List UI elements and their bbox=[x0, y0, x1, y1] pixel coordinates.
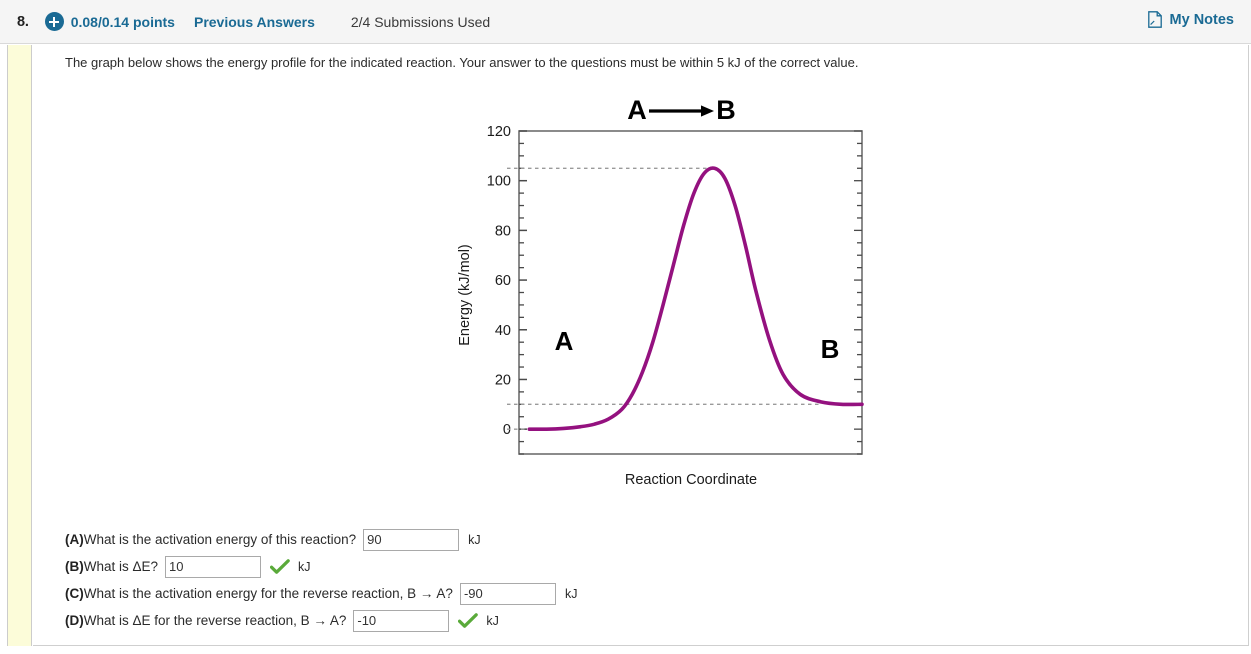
previous-answers-link[interactable]: Previous Answers bbox=[194, 14, 315, 30]
note-page-icon bbox=[1147, 11, 1162, 28]
answer-question-d: What is ΔE for the reverse reaction, B →… bbox=[83, 613, 347, 628]
svg-text:40: 40 bbox=[495, 323, 511, 339]
answer-question-c: What is the activation energy for the re… bbox=[83, 586, 453, 601]
question-content-panel: The graph below shows the energy profile… bbox=[33, 45, 1249, 646]
answer-unit-d: kJ bbox=[486, 613, 499, 628]
answer-letter-b: (B) bbox=[65, 559, 84, 574]
svg-text:B: B bbox=[716, 95, 736, 125]
question-header-bar: 8. 0.08/0.14 points Previous Answers 2/4… bbox=[0, 0, 1251, 44]
answer-row-b: (B) What is ΔE? kJ bbox=[65, 554, 765, 579]
answer-input-d[interactable] bbox=[353, 609, 450, 632]
correct-check-icon-b bbox=[269, 558, 290, 575]
chart-title-reaction: A B bbox=[627, 95, 736, 125]
plus-circle-icon[interactable] bbox=[44, 12, 64, 31]
answer-unit-a: kJ bbox=[468, 532, 481, 547]
submissions-used: 2/4 Submissions Used bbox=[350, 13, 491, 30]
svg-text:20: 20 bbox=[495, 372, 511, 388]
points-earned: 0.08/0.14 points bbox=[70, 13, 175, 30]
answer-letter-c: (C) bbox=[65, 586, 84, 601]
answer-letter-a: (A) bbox=[65, 532, 84, 547]
svg-text:60: 60 bbox=[495, 273, 511, 289]
answer-row-a: (A) What is the activation energy of thi… bbox=[65, 527, 765, 552]
energy-profile-chart: A B 0 20 40 60 80 100 120 A B Reaction Coordin… bbox=[457, 95, 864, 488]
y-axis-title: Energy (kJ/mol) bbox=[457, 244, 473, 346]
svg-text:80: 80 bbox=[495, 223, 511, 239]
reactant-label: A bbox=[555, 326, 574, 356]
question-prompt: The graph below shows the energy profile… bbox=[65, 55, 859, 70]
plot-frame bbox=[518, 130, 863, 455]
product-label: B bbox=[821, 334, 840, 364]
energy-profile-figure: A B 0 20 40 60 80 100 120 A B Reaction Coordin… bbox=[421, 90, 881, 530]
left-status-rail bbox=[7, 45, 32, 646]
svg-text:100: 100 bbox=[487, 174, 511, 190]
answer-unit-b: kJ bbox=[298, 559, 311, 574]
answer-input-c[interactable] bbox=[459, 582, 556, 605]
answer-input-a[interactable] bbox=[363, 528, 460, 551]
answer-letter-d: (D) bbox=[65, 613, 84, 628]
my-notes-button[interactable]: My Notes bbox=[1147, 11, 1234, 28]
my-notes-label: My Notes bbox=[1169, 11, 1234, 28]
answer-unit-c: kJ bbox=[564, 586, 578, 601]
answer-list: (A) What is the activation energy of thi… bbox=[65, 527, 765, 635]
answer-question-a: What is the activation energy of this re… bbox=[83, 532, 357, 547]
question-number: 8. bbox=[17, 13, 29, 30]
answer-question-b: What is ΔE? bbox=[83, 559, 159, 574]
x-axis-title: Reaction Coordinate bbox=[625, 472, 757, 488]
svg-text:120: 120 bbox=[487, 124, 511, 140]
answer-input-b[interactable] bbox=[165, 555, 262, 578]
answer-row-c: (C) What is the activation energy for th… bbox=[65, 581, 765, 606]
correct-check-icon-d bbox=[458, 612, 479, 629]
svg-text:A: A bbox=[627, 95, 647, 125]
answer-row-d: (D) What is ΔE for the reverse reaction,… bbox=[65, 608, 765, 633]
svg-text:0: 0 bbox=[503, 422, 511, 438]
